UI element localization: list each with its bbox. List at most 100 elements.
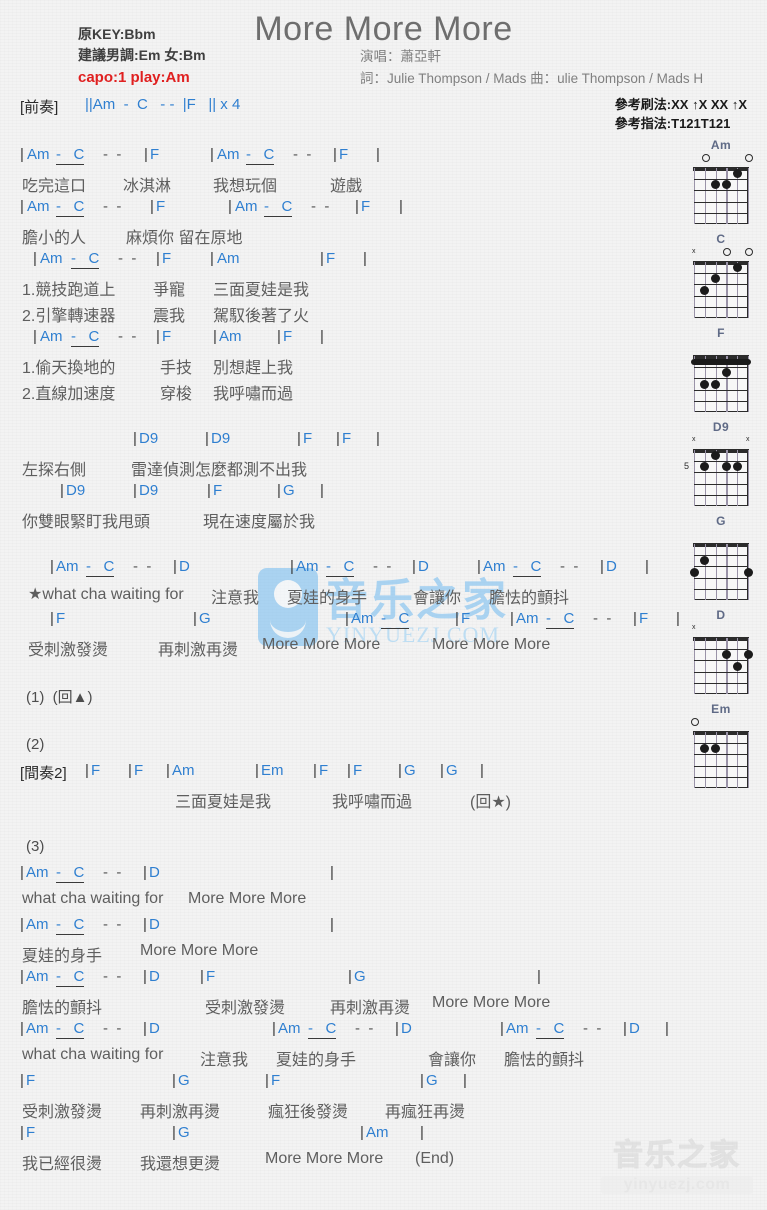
chord-row: | Am - C- - | F | Am - C- - | F | — [0, 198, 680, 224]
fret-line — [694, 494, 748, 496]
chord-segment: | — [156, 328, 160, 345]
chord-row: | D9 | D9 | F | F | — [0, 430, 680, 456]
chord-segment: | — [210, 250, 214, 267]
chord-segment: | — [333, 146, 337, 163]
lyric-segment: 再刺激再燙 — [158, 642, 239, 659]
string-line — [726, 450, 728, 506]
fret-line — [694, 577, 748, 579]
lyric-segment: 2.引擎轉速器 — [22, 308, 116, 325]
string-line — [715, 638, 717, 694]
chord-segment: | — [200, 968, 204, 985]
chord-segment: | — [330, 916, 334, 933]
chord-row: | F | G | Am - C | F | Am - C- - | F | — [0, 610, 680, 636]
muted-string-icon: x — [692, 248, 696, 255]
lyric-segment: More More More — [262, 636, 381, 653]
chord-diagram-name: D9 — [712, 420, 730, 434]
chord-row: [間奏2] | F | F | Am | Em | F | F | G | G | — [0, 762, 680, 788]
chord-row: | Am - C- - | D | Am - C- - | D | Am - C- - | D | — [0, 558, 680, 584]
chord-segment: | — [143, 968, 147, 985]
chord-segment: Am — [516, 610, 539, 627]
nut — [693, 731, 749, 735]
lyric-segment: (回★) — [470, 794, 512, 811]
singer-line: 演唱：蕭亞軒 — [360, 49, 441, 64]
intro-label: [前奏] — [20, 99, 59, 116]
lyric-segment: 我已經很燙 — [22, 1156, 103, 1173]
chord-segment: | — [477, 558, 481, 575]
finger-dot — [700, 285, 710, 295]
chord-segment: | — [398, 762, 402, 779]
lyric-segment: More More More — [265, 1150, 384, 1167]
chord-row: | Am - C- - | F | Am - C- - | F | — [0, 146, 680, 172]
chord-diagram-em: Em — [679, 702, 763, 790]
fretboard: 5 — [684, 449, 750, 506]
chord-segment: Am — [40, 250, 63, 267]
chord-segment: - C — [381, 610, 410, 629]
chord-diagram-panel: Am Cx F D9 x x 5 G Dx Em — [679, 138, 763, 796]
muted-string-icon: x — [692, 624, 696, 631]
chord-segment: | — [320, 250, 324, 267]
chord-open-marks — [694, 341, 748, 350]
fret-line — [694, 754, 748, 756]
chord-diagram-name: D — [716, 608, 726, 622]
chord-segment: | — [537, 968, 541, 985]
fret-line — [694, 671, 748, 673]
lyric-row: 受刺激發燙 再刺激再燙 瘋狂後發燙 再瘋狂再燙 — [0, 1098, 680, 1124]
chord-segment: F — [461, 610, 471, 627]
fretboard — [689, 543, 753, 600]
string-line — [726, 732, 728, 788]
chord-segment: Am — [40, 328, 63, 345]
lyric-row: 膽小的人 麻煩你 留在原地 — [0, 224, 680, 250]
lyric-segment: 注意我 — [211, 590, 260, 607]
string-line — [737, 544, 739, 600]
fret-line — [694, 179, 748, 181]
string-line — [694, 168, 696, 224]
chord-segment: Am — [217, 250, 240, 267]
fretboard-box — [694, 450, 748, 506]
lyric-segment: 左探右側 — [22, 462, 87, 479]
chord-segment: Am — [27, 146, 50, 163]
chord-segment: | — [143, 1020, 147, 1037]
chord-segment: | — [313, 762, 317, 779]
fret-line — [694, 400, 748, 402]
lyric-segment: (End) — [415, 1150, 455, 1167]
lyric-segment: More More More — [188, 890, 307, 907]
chord-segment: | — [156, 250, 160, 267]
chord-segment: | — [33, 328, 37, 345]
capo-info: capo:1 play:Am — [78, 69, 190, 86]
chord-segment: - - — [133, 558, 152, 575]
lyric-segment: 膽怯的顫抖 — [489, 590, 570, 607]
lyric-segment: 遊戲 — [330, 178, 363, 195]
chord-segment: Am — [483, 558, 506, 575]
chord-segment: G — [354, 968, 366, 985]
string-line — [726, 168, 728, 224]
chord-segment: | — [297, 430, 301, 447]
chord-segment: | — [20, 864, 24, 881]
chord-segment: | — [360, 1124, 364, 1141]
string-line — [704, 638, 706, 694]
chord-segment: F — [271, 1072, 281, 1089]
lyric-row: what cha waiting for 注意我 夏娃的身手 會讓你 膽怯的顫抖 — [0, 1046, 680, 1072]
chord-diagram-g: G — [679, 514, 763, 602]
lyric-segment: 麻煩你 留在原地 — [126, 230, 243, 247]
chord-segment: - - — [103, 1020, 122, 1037]
lyric-segment: 受刺激發燙 — [205, 1000, 286, 1017]
chord-segment: | — [480, 762, 484, 779]
chord-segment: | — [376, 430, 380, 447]
lyric-row: 膽怯的顫抖 受刺激發燙 再刺激再燙 More More More — [0, 994, 680, 1020]
chord-segment: Am — [219, 328, 242, 345]
string-line — [694, 638, 696, 694]
chord-segment: - C — [56, 968, 85, 987]
chord-segment: G — [426, 1072, 438, 1089]
chord-segment: | — [143, 864, 147, 881]
base-fret-label: 5 — [684, 460, 690, 471]
chord-segment: | — [133, 482, 137, 499]
fret-line — [694, 566, 748, 568]
chord-segment: D — [629, 1020, 640, 1037]
chord-row: | Am - C- - | D | — [0, 916, 680, 942]
chord-segment: | — [33, 250, 37, 267]
chord-segment: | — [85, 762, 89, 779]
fret-line — [694, 367, 748, 369]
chord-segment: - - — [103, 198, 122, 215]
